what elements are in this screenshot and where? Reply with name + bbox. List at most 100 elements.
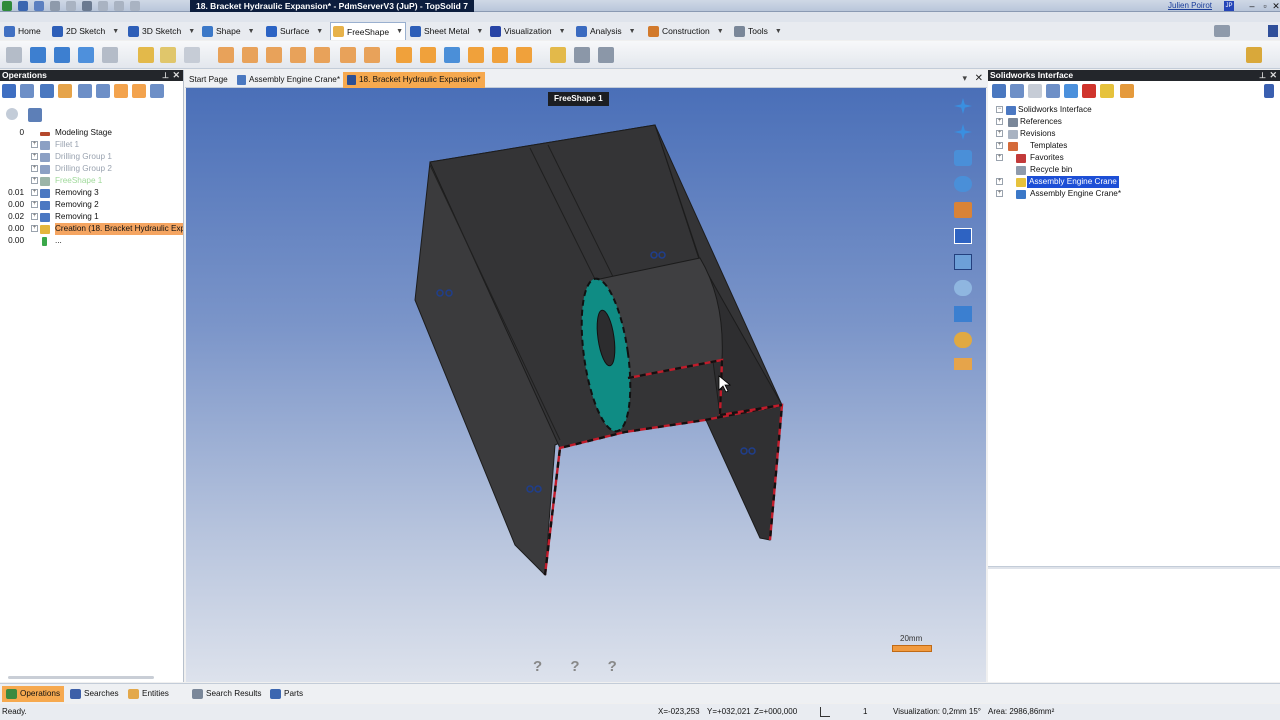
solid-tool-icon[interactable] [6, 47, 22, 63]
new-icon[interactable] [66, 1, 76, 11]
tab-searches[interactable]: Searches [66, 686, 123, 702]
move-tool-icon[interactable] [150, 84, 164, 98]
tab-visualization[interactable]: Visualization ▼ [488, 22, 568, 40]
layer-face-tool-icon[interactable] [444, 47, 460, 63]
render-mode-icon[interactable] [954, 332, 972, 348]
timer-icon[interactable] [6, 108, 18, 120]
tab-construction[interactable]: Construction ▼ [646, 22, 726, 40]
pdm-tool-icon[interactable] [1046, 84, 1060, 98]
measure-tool-icon[interactable] [598, 47, 614, 63]
pin-icon[interactable]: ⊥ [1259, 70, 1266, 81]
tab-3d-sketch[interactable]: 3D Sketch ▼ [126, 22, 197, 40]
columns-icon[interactable] [28, 108, 42, 122]
pdm-tool-icon[interactable] [1120, 84, 1134, 98]
tree-row-revisions[interactable]: + Revisions [988, 128, 1280, 140]
rename-tool-icon[interactable] [58, 84, 72, 98]
tree-row-fillet[interactable]: + Fillet 1 [0, 139, 184, 151]
tab-shape[interactable]: Shape ▼ [200, 22, 257, 40]
tab-analysis[interactable]: Analysis ▼ [574, 22, 638, 40]
tree-row-drilling-group-2[interactable]: + Drilling Group 2 [0, 163, 184, 175]
user-name-link[interactable]: Julien Poirot [1168, 0, 1212, 12]
tree-row-modeling-stage[interactable]: 0 Modeling Stage [0, 127, 184, 139]
grid-view-icon[interactable] [954, 228, 972, 244]
chevron-down-icon[interactable]: ▼ [717, 28, 724, 35]
view-cube-icon[interactable] [954, 306, 972, 322]
expand-icon[interactable]: + [996, 118, 1003, 125]
surface-tool-icon[interactable] [102, 47, 118, 63]
sweep-tool-icon[interactable] [78, 47, 94, 63]
options-tool-icon[interactable] [1246, 47, 1262, 63]
close-window-icon[interactable]: ✕ [1270, 0, 1280, 12]
expand-icon[interactable]: + [996, 154, 1003, 161]
dropdown-icon[interactable] [130, 1, 140, 11]
tree-row-references[interactable]: + References [988, 116, 1280, 128]
project-curve-tool-icon[interactable] [364, 47, 380, 63]
section-icon[interactable] [954, 202, 972, 218]
tree-row-more[interactable]: 0.00 ... [0, 235, 184, 247]
help-icon[interactable] [1268, 25, 1278, 37]
doc-close-icon[interactable]: ✕ [975, 73, 983, 84]
pin-icon[interactable]: ⊥ [162, 70, 169, 81]
close-icon[interactable]: ✕ [1269, 70, 1277, 81]
pdm-tool-icon[interactable] [1100, 84, 1114, 98]
undo-icon[interactable] [82, 1, 92, 11]
tree-row-templates[interactable]: + Templates [988, 140, 1280, 152]
group-tool-icon[interactable] [78, 84, 92, 98]
tab-assembly-engine-crane[interactable]: Assembly Engine Crane* [233, 72, 344, 88]
settings-gear-icon[interactable] [1214, 25, 1230, 37]
close-icon[interactable]: ✕ [172, 70, 180, 81]
spark-tool-icon[interactable] [160, 47, 176, 63]
tree-row-creation[interactable]: 0.00 + Creation (18. Bracket Hydraulic E… [0, 223, 184, 235]
sort-tool-icon[interactable] [96, 84, 110, 98]
cross-tool-icon[interactable] [184, 47, 200, 63]
expand-icon[interactable]: + [31, 177, 38, 184]
expand-icon[interactable]: + [31, 153, 38, 160]
zoom-axis-icon[interactable] [954, 150, 972, 166]
tree-row-drilling-group-1[interactable]: + Drilling Group 1 [0, 151, 184, 163]
tab-tools[interactable]: Tools ▼ [732, 22, 784, 40]
tab-surface[interactable]: Surface ▼ [264, 22, 325, 40]
minimize-icon[interactable]: – [1246, 0, 1258, 12]
print-icon[interactable] [50, 1, 60, 11]
pencil-icon[interactable] [114, 1, 124, 11]
tab-bracket-hydraulic-expansion[interactable]: 18. Bracket Hydraulic Expansion* [343, 72, 485, 88]
constraint-tool-icon[interactable] [574, 47, 590, 63]
save-icon[interactable] [18, 1, 28, 11]
pdm-tool-icon[interactable] [992, 84, 1006, 98]
chevron-down-icon[interactable]: ▼ [188, 28, 195, 35]
tab-search-results[interactable]: Search Results [188, 686, 266, 702]
box-tool-icon[interactable] [30, 47, 46, 63]
tab-sheet-metal[interactable]: Sheet Metal ▼ [408, 22, 485, 40]
tree-row-solidworks-interface[interactable]: − Solidworks Interface [988, 104, 1280, 116]
filter-tool-icon[interactable] [2, 84, 16, 98]
tree-row-removing-3[interactable]: 0.01 + Removing 3 [0, 187, 184, 199]
layers-icon[interactable] [954, 358, 972, 370]
zoom-icon[interactable] [954, 280, 972, 296]
expand-icon[interactable]: + [996, 130, 1003, 137]
chevron-down-icon[interactable]: ▼ [476, 28, 483, 35]
align-tool-icon[interactable] [550, 47, 566, 63]
tree-row-removing-2[interactable]: 0.00 + Removing 2 [0, 199, 184, 211]
pdm-tool-icon[interactable] [1028, 84, 1042, 98]
help-icon[interactable] [1264, 84, 1274, 98]
doc-pin-icon[interactable]: ▾ [962, 73, 967, 84]
pdm-tool-icon[interactable] [1064, 84, 1078, 98]
zoom-window-icon[interactable] [954, 254, 972, 270]
polyline-tool-icon[interactable] [242, 47, 258, 63]
expand-icon[interactable]: + [996, 142, 1003, 149]
chevron-down-icon[interactable]: ▼ [316, 28, 323, 35]
chevron-down-icon[interactable]: ▼ [559, 28, 566, 35]
tab-parts[interactable]: Parts [266, 686, 307, 702]
expand-icon[interactable]: + [996, 190, 1003, 197]
curve-tool-icon[interactable] [266, 47, 282, 63]
tab-start-page[interactable]: Start Page [185, 72, 232, 88]
panel-splitter[interactable] [988, 566, 1280, 569]
chevron-down-icon[interactable]: ▼ [112, 28, 119, 35]
chevron-down-icon[interactable]: ▼ [775, 28, 782, 35]
pdm-tool-icon[interactable] [1010, 84, 1024, 98]
expand-icon[interactable]: + [31, 165, 38, 172]
link-tool-icon[interactable] [20, 84, 34, 98]
expand-icon[interactable]: + [31, 141, 38, 148]
face-tool-icon[interactable] [396, 47, 412, 63]
stack-tool-icon[interactable] [132, 84, 146, 98]
